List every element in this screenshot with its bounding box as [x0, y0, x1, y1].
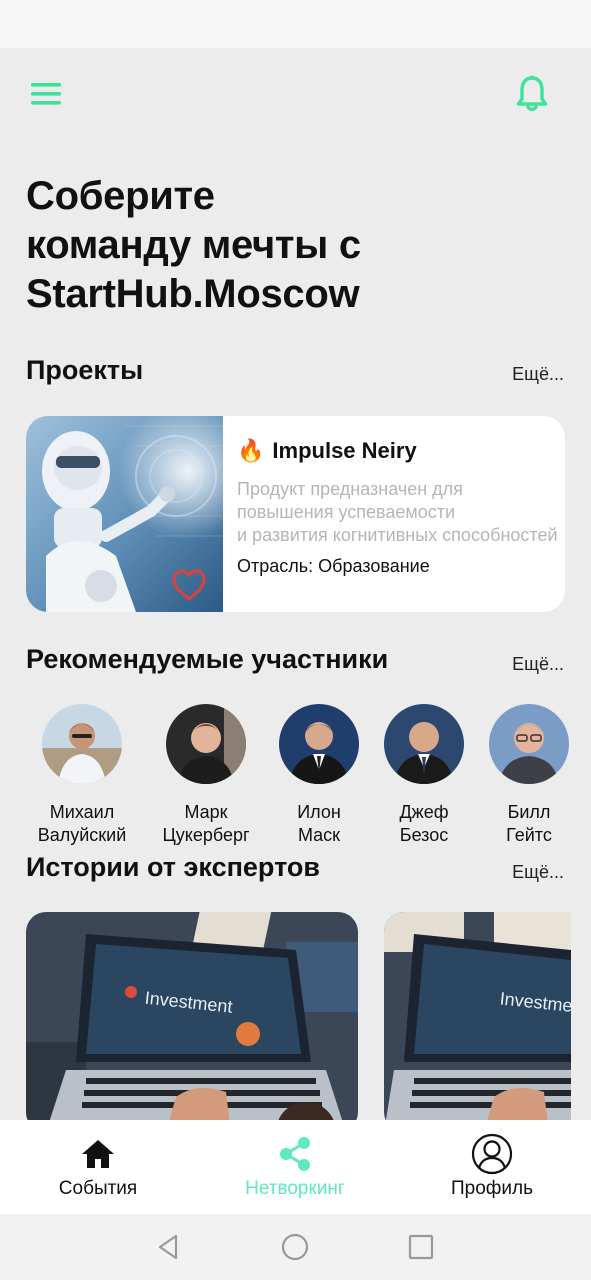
bottom-navigation: События Нетворкинг Профиль	[0, 1120, 591, 1214]
member-first-name: Билл	[507, 802, 551, 822]
avatar	[166, 704, 246, 784]
nav-events-label: События	[58, 1178, 138, 1199]
member-item[interactable]: Джеф Безос	[369, 704, 479, 847]
status-bar	[0, 0, 591, 48]
member-item[interactable]: Михаил Валуйский	[27, 704, 137, 847]
recents-square-icon[interactable]	[406, 1232, 436, 1262]
member-last-name: Маск	[297, 825, 341, 845]
menu-button[interactable]	[26, 74, 66, 114]
member-name: Джеф Безос	[369, 801, 479, 847]
home-icon	[76, 1132, 120, 1176]
member-name: Илон Маск	[264, 801, 374, 847]
nav-profile[interactable]: Профиль	[402, 1120, 582, 1214]
project-description-line: Продукт предназначен для	[237, 479, 463, 499]
hero-title: Соберите команду мечты с StartHub.Moscow	[26, 172, 566, 319]
member-item[interactable]: Илон Маск	[264, 704, 374, 847]
avatar	[489, 704, 569, 784]
notifications-button[interactable]	[510, 72, 554, 116]
hamburger-icon	[31, 83, 61, 105]
bell-icon	[516, 75, 548, 112]
stories-title: Истории от экспертов	[26, 852, 321, 882]
home-circle-icon[interactable]	[280, 1232, 310, 1262]
member-first-name: Михаил	[49, 802, 115, 822]
project-description-line: повышения успеваемости	[237, 502, 456, 522]
projects-title: Проекты	[26, 355, 144, 385]
member-last-name: Цукерберг	[162, 825, 250, 845]
member-last-name: Валуйский	[37, 825, 127, 845]
hero-line: Соберите	[26, 174, 215, 218]
projects-more-link[interactable]: Ещё...	[512, 364, 564, 385]
story-card[interactable]: Investment	[384, 912, 571, 1132]
member-first-name: Марк	[184, 802, 228, 822]
hero-line: команду мечты с	[26, 223, 361, 267]
members-title: Рекомендуемые участники	[26, 644, 389, 674]
member-name: Марк Цукерберг	[151, 801, 261, 847]
user-icon	[470, 1132, 514, 1176]
member-last-name: Безос	[399, 825, 449, 845]
member-item[interactable]: Билл Гейтс	[474, 704, 584, 847]
story-image: Investment	[26, 912, 358, 1132]
avatar	[42, 704, 122, 784]
project-description: Продукт предназначен для повышения успев…	[237, 478, 563, 547]
project-name-text: Impulse Neiry	[272, 438, 417, 463]
member-first-name: Илон	[297, 802, 341, 822]
project-card[interactable]: 🔥 Impulse Neiry Продукт предназначен для…	[26, 416, 565, 612]
fire-icon: 🔥	[237, 438, 265, 463]
stories-more-link[interactable]: Ещё...	[512, 862, 564, 883]
nav-events[interactable]: События	[8, 1120, 188, 1214]
member-name: Михаил Валуйский	[27, 801, 137, 847]
nav-networking-label: Нетворкинг	[245, 1178, 345, 1199]
back-icon[interactable]	[154, 1232, 184, 1262]
project-name: 🔥 Impulse Neiry	[237, 438, 417, 464]
avatar	[384, 704, 464, 784]
project-description-line: и развития когнитивных способностей	[237, 525, 558, 545]
system-navigation-bar	[0, 1214, 591, 1280]
hero-line: StartHub.Moscow	[26, 272, 360, 316]
favorite-heart-icon[interactable]	[171, 568, 207, 602]
nav-profile-label: Профиль	[450, 1178, 534, 1199]
story-card[interactable]: Investment	[26, 912, 358, 1132]
story-image: Investment	[384, 912, 571, 1132]
share-icon	[273, 1132, 317, 1176]
project-industry: Отрасль: Образование	[237, 556, 430, 576]
member-item[interactable]: Марк Цукерберг	[151, 704, 261, 847]
members-more-link[interactable]: Ещё...	[512, 654, 564, 675]
member-first-name: Джеф	[399, 802, 449, 822]
avatar	[279, 704, 359, 784]
member-name: Билл Гейтс	[474, 801, 584, 847]
member-last-name: Гейтс	[506, 825, 552, 845]
nav-networking[interactable]: Нетворкинг	[205, 1120, 385, 1214]
